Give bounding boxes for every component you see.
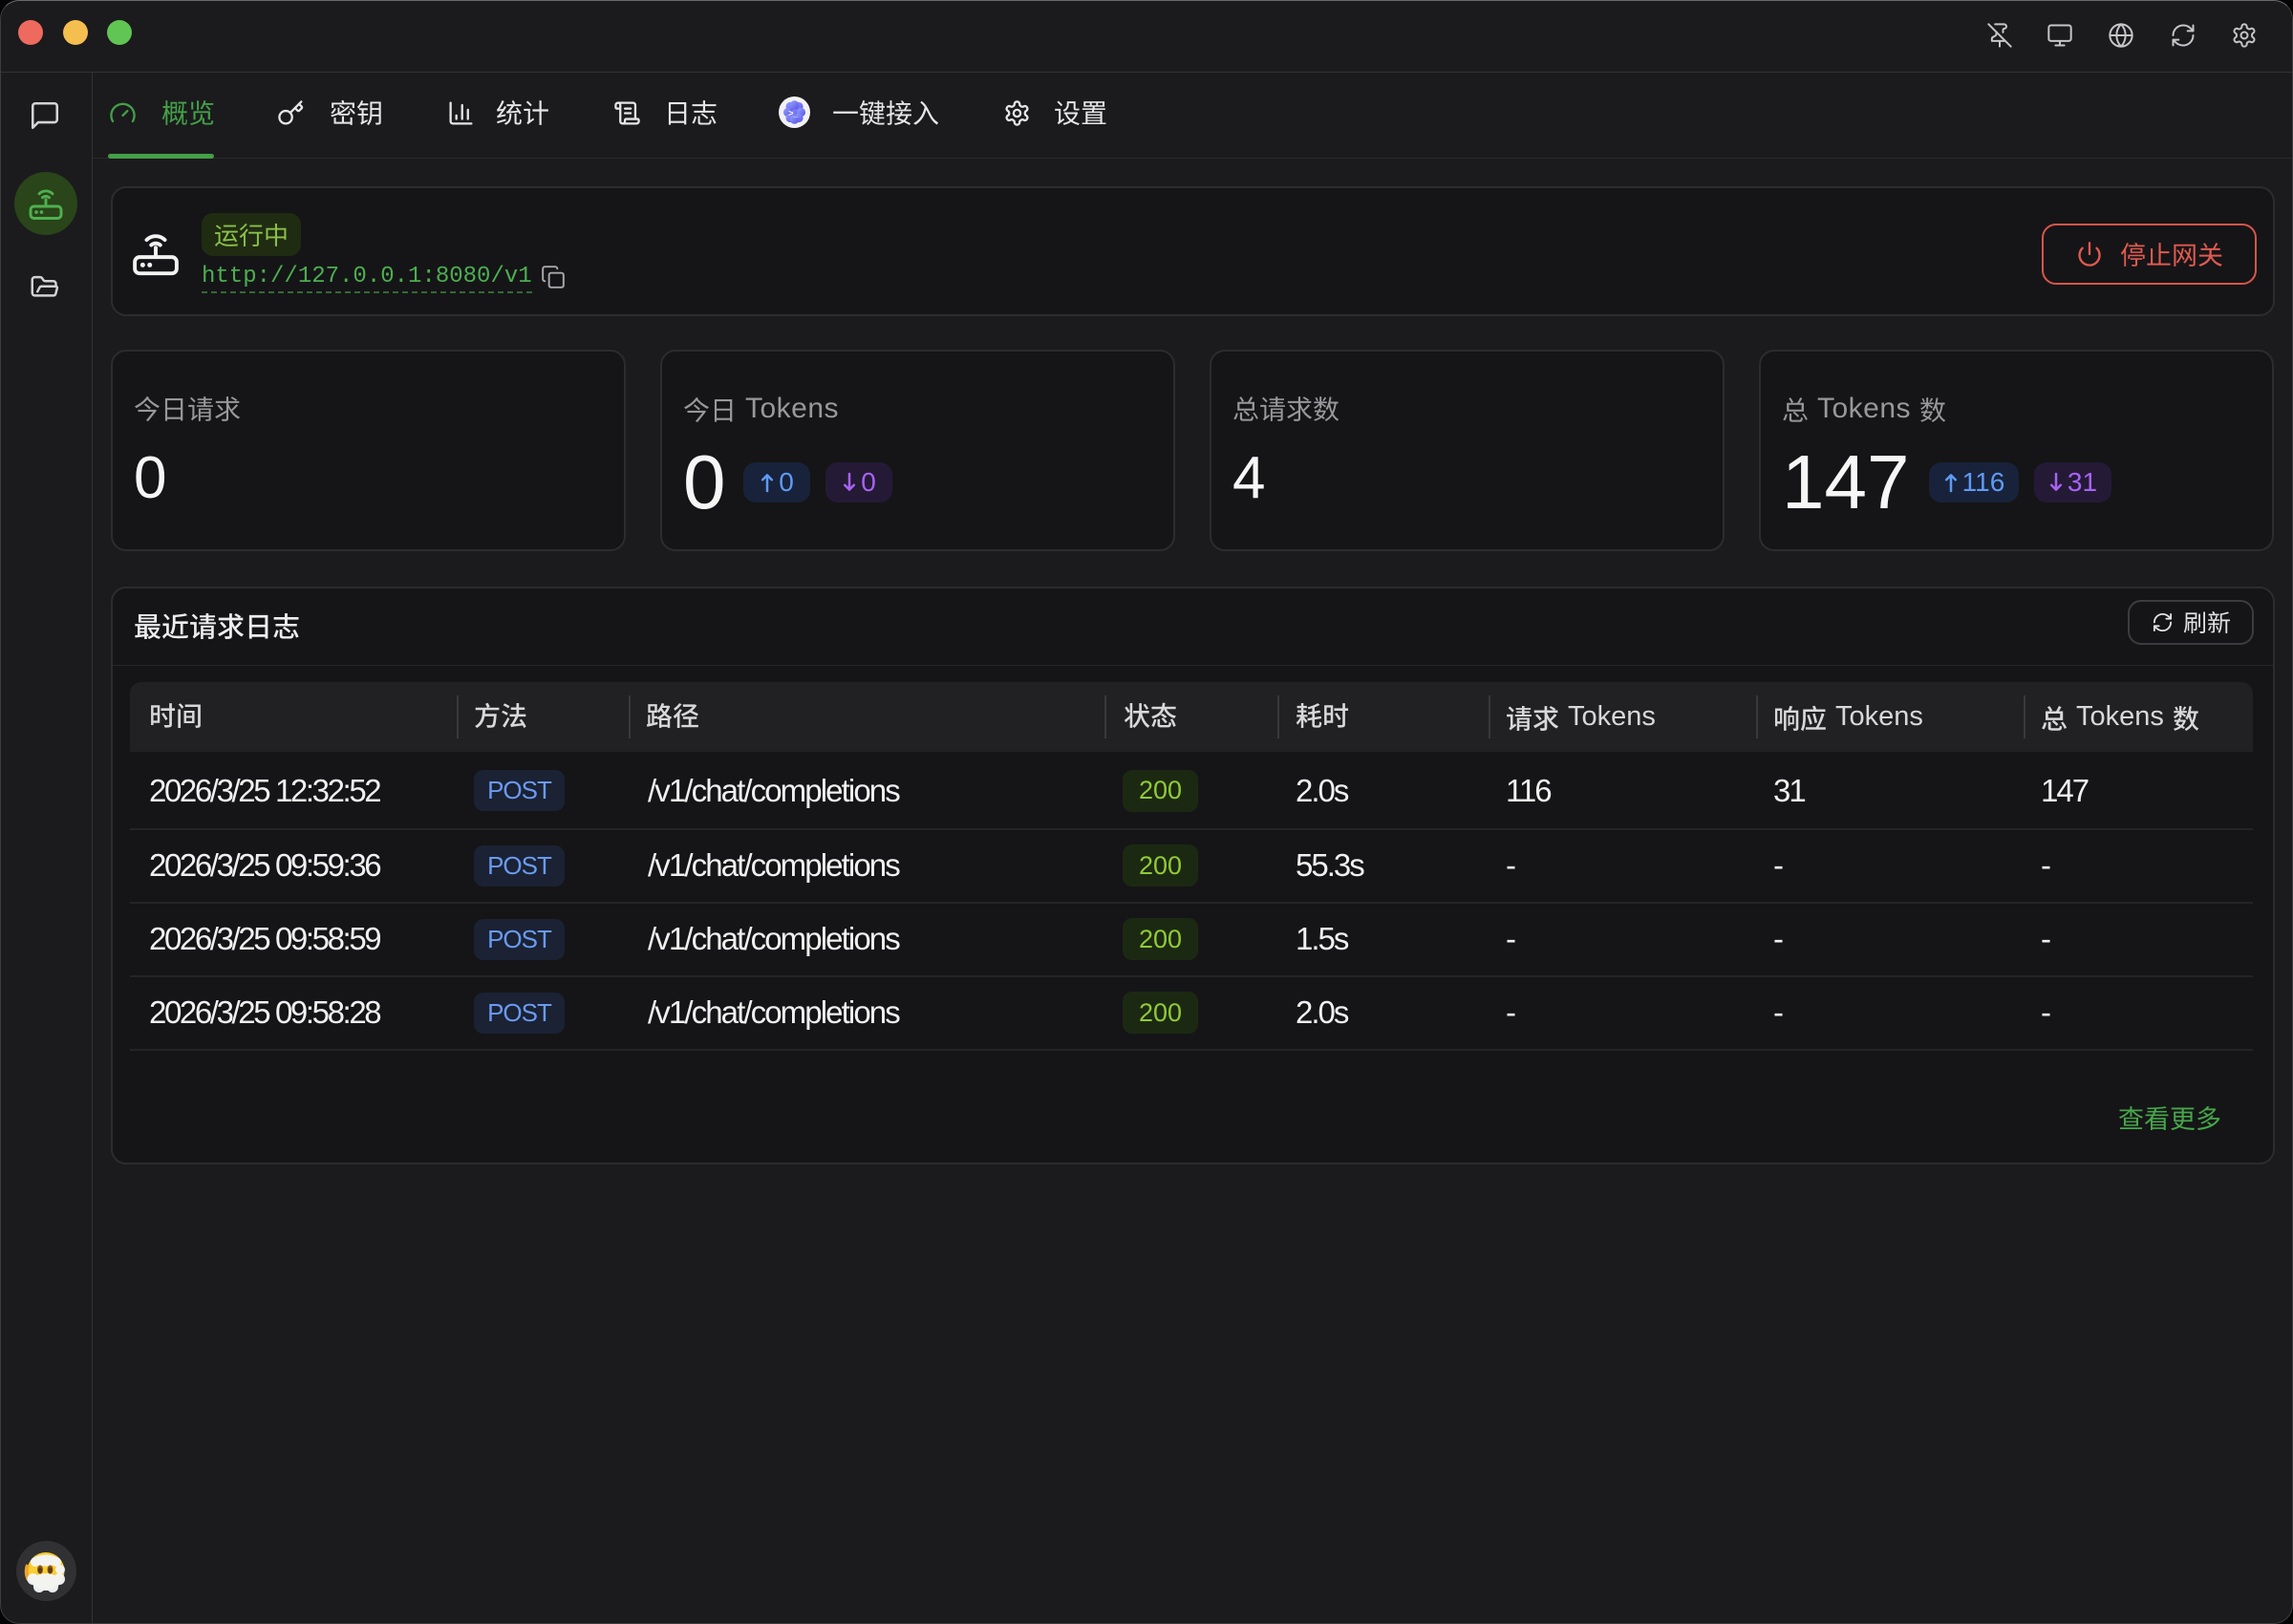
svg-text:>_: >_ xyxy=(788,108,799,118)
